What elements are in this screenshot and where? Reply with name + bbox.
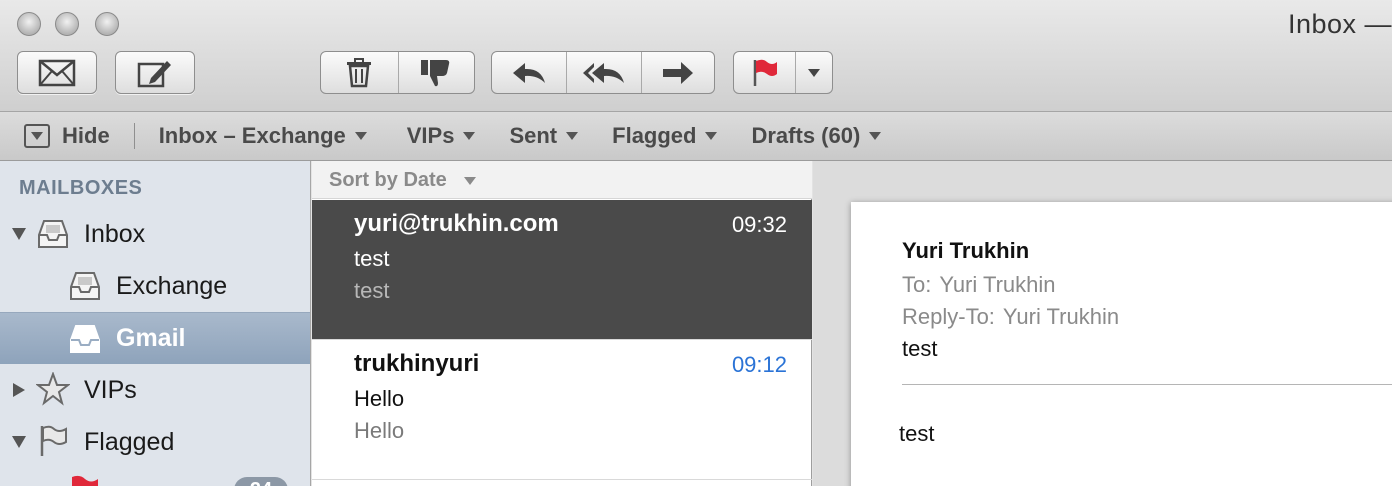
delete-junk-segment: [320, 51, 475, 94]
reply-all-icon: [583, 62, 624, 83]
chevron-down-icon: [869, 132, 882, 140]
message-preview: Hello: [354, 418, 405, 443]
chevron-down-icon: [463, 132, 476, 140]
disclosure-down-icon[interactable]: [12, 228, 26, 240]
message-list: Sort by Date yuri@trukhin.com 09:32 test…: [312, 161, 812, 486]
message-subject: Hello: [354, 386, 405, 411]
compose-icon: [137, 60, 171, 87]
junk-thumbs-down-icon: [421, 59, 450, 86]
sidebar-item-flagged[interactable]: Flagged: [0, 416, 310, 468]
inbox-tray-icon: [38, 220, 68, 248]
window-title: Inbox —: [1287, 9, 1392, 39]
star-icon: [36, 372, 70, 406]
delete-button[interactable]: [321, 52, 399, 93]
sidebar-item-label: Inbox: [84, 219, 146, 248]
sidebar-item-inbox[interactable]: Inbox: [0, 208, 310, 260]
compose-button[interactable]: [115, 51, 195, 94]
flag-icon: [753, 59, 777, 86]
trash-icon: [347, 57, 372, 87]
message-to-line: To: Yuri Trukhin: [902, 272, 1056, 298]
hide-label: Hide: [62, 123, 110, 148]
favorites-divider: [133, 123, 135, 149]
forward-button[interactable]: [642, 52, 714, 93]
get-mail-button[interactable]: [17, 51, 97, 94]
sort-label: Sort by Date: [329, 169, 447, 191]
favorite-vips[interactable]: VIPs: [407, 123, 476, 149]
message-from: Yuri Trukhin: [902, 238, 1030, 263]
chevron-down-icon: [464, 177, 476, 185]
minimize-window-button[interactable]: [55, 12, 79, 36]
reply-icon: [513, 62, 545, 83]
flag-segment: [733, 51, 833, 94]
favorite-inbox-exchange[interactable]: Inbox – Exchange: [159, 123, 367, 149]
hide-mailboxes-button[interactable]: Hide: [24, 123, 110, 149]
favorite-label: Flagged: [612, 123, 697, 148]
reply-segment: [491, 51, 715, 94]
junk-button[interactable]: [399, 52, 475, 93]
message-view: Yuri Trukhin To: Yuri Trukhin Reply-To: Yu…: [851, 202, 1392, 486]
disclosure-down-icon[interactable]: [12, 436, 26, 448]
reply-button[interactable]: [492, 52, 567, 93]
flag-button[interactable]: [734, 52, 796, 93]
favorites-bar: Hide Inbox – Exchange VIPs Sent Flagged …: [0, 112, 1392, 161]
message-body: test: [899, 421, 935, 446]
inbox-tray-icon: [70, 272, 100, 300]
chevron-down-icon: [705, 132, 718, 140]
chevron-down-icon: [354, 132, 367, 140]
sidebar-item-vips[interactable]: VIPs: [0, 364, 310, 416]
sort-bar[interactable]: Sort by Date: [312, 161, 812, 199]
mailboxes-sidebar: MAILBOXES Inbox Exchange Gmail VIPs Flag…: [0, 161, 311, 486]
mailboxes-heading: MAILBOXES: [19, 177, 143, 199]
message-sender: trukhinyuri: [354, 350, 480, 377]
disclosure-right-icon[interactable]: [13, 383, 25, 397]
sidebar-item-label: Flagged: [84, 427, 175, 456]
chevron-down-icon: [808, 68, 820, 77]
message-reply-to-line: Reply-To: Yuri Trukhin: [902, 304, 1119, 330]
hide-toggle-icon: [24, 124, 50, 148]
sidebar-item-label: Exchange: [116, 271, 228, 300]
favorite-sent[interactable]: Sent: [509, 123, 579, 149]
sidebar-item-label: Gmail: [116, 324, 186, 352]
message-row[interactable]: trukhinyuri 09:12 Hello Hello: [312, 340, 812, 480]
message-subject: test: [354, 246, 390, 271]
flag-outline-icon: [40, 425, 67, 456]
window-toolbar: Inbox —: [0, 0, 1392, 112]
sidebar-item-gmail[interactable]: Gmail: [0, 312, 310, 364]
sidebar-item-exchange[interactable]: Exchange: [0, 260, 310, 312]
close-window-button[interactable]: [17, 12, 41, 36]
message-time: 09:12: [731, 352, 787, 377]
favorite-flagged[interactable]: Flagged: [612, 123, 718, 149]
unread-count-badge: 24: [234, 477, 288, 486]
flag-menu-button[interactable]: [796, 52, 832, 93]
favorite-label: Inbox – Exchange: [158, 123, 346, 148]
reading-pane: Yuri Trukhin To: Yuri Trukhin Reply-To: Yu…: [813, 161, 1392, 486]
message-row[interactable]: yuri@trukhin.com 09:32 test test: [312, 200, 812, 340]
message-sender: yuri@trukhin.com: [354, 210, 559, 237]
reply-to-value[interactable]: Yuri Trukhin: [1003, 304, 1119, 329]
header-divider: [902, 384, 1392, 385]
reply-all-button[interactable]: [567, 52, 642, 93]
favorite-label: Sent: [509, 123, 558, 148]
forward-icon: [663, 61, 693, 84]
sidebar-item-label: VIPs: [84, 375, 137, 404]
inbox-tray-icon: [70, 325, 100, 353]
message-preview: test: [354, 278, 390, 303]
chevron-down-icon: [566, 132, 579, 140]
reply-to-label: Reply-To:: [902, 304, 995, 329]
to-label: To:: [902, 272, 932, 297]
message-subject-header: test: [902, 336, 938, 361]
favorite-label: VIPs: [406, 123, 455, 148]
favorite-label: Drafts (60): [751, 123, 861, 148]
zoom-window-button[interactable]: [95, 12, 119, 36]
to-value[interactable]: Yuri Trukhin: [939, 272, 1055, 297]
message-time: 09:32: [731, 212, 787, 237]
red-flag-icon: [72, 475, 98, 486]
favorite-drafts[interactable]: Drafts (60): [751, 123, 882, 149]
envelope-icon: [38, 59, 76, 86]
